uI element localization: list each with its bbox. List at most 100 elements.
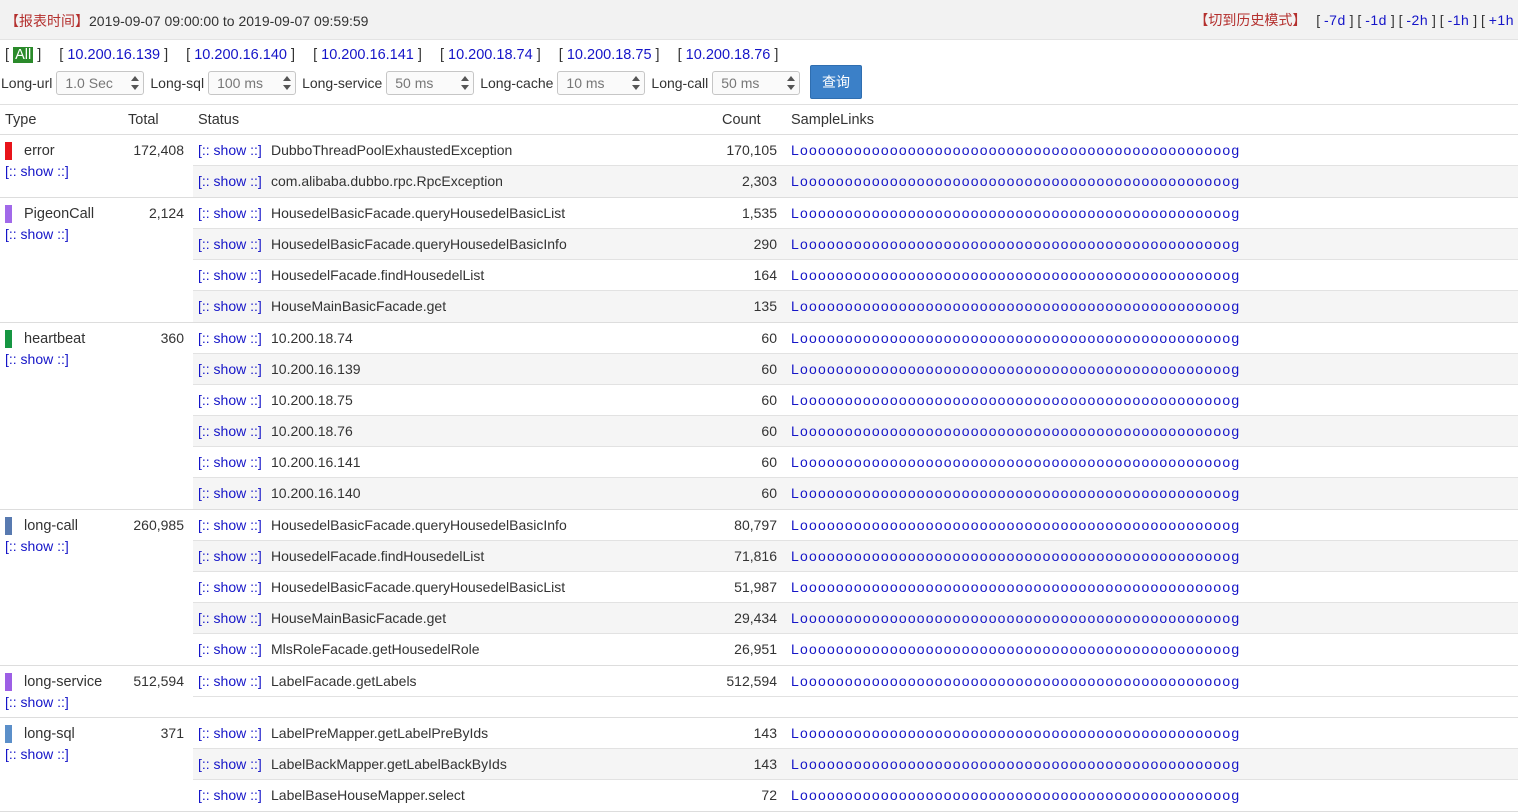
long-url-select[interactable]: 1.0 Sec xyxy=(56,71,145,95)
long-call-select[interactable]: 50 ms xyxy=(712,71,801,95)
select-arrow-icon xyxy=(787,75,796,91)
report-header: 【报表时间】2019-09-07 09:00:00 to 2019-09-07 … xyxy=(0,0,1518,40)
select-arrow-icon xyxy=(131,75,140,91)
type-group: error [:: show ::] 172,408 [:: show ::] Dubb… xyxy=(0,135,1518,198)
status-count: 143 xyxy=(753,725,777,741)
sample-links[interactable]: Looooooooooooooooooooooooooooooooooooooo… xyxy=(791,548,1240,564)
history-link-minus-7d[interactable]: -7d xyxy=(1324,12,1346,28)
sample-links[interactable]: Looooooooooooooooooooooooooooooooooooooo… xyxy=(791,673,1240,689)
ip-link[interactable]: 10.200.16.141 xyxy=(321,47,414,63)
status-show-link[interactable]: [:: show ::] xyxy=(198,423,262,439)
type-name: long-service xyxy=(24,674,103,690)
status-show-link[interactable]: [:: show ::] xyxy=(198,641,262,657)
long-cache-select[interactable]: 10 ms xyxy=(557,71,646,95)
sample-links[interactable]: Looooooooooooooooooooooooooooooooooooooo… xyxy=(791,610,1240,626)
type-total: 260,985 xyxy=(133,517,184,533)
status-count: 512,594 xyxy=(726,673,777,689)
type-total: 2,124 xyxy=(148,205,184,221)
select-arrow-icon xyxy=(461,75,470,91)
long-service-select[interactable]: 50 ms xyxy=(386,71,475,95)
problem-table: Type Total Status Count SampleLinks erro… xyxy=(0,104,1518,812)
type-show-link[interactable]: [:: show ::] xyxy=(5,694,69,710)
type-total: 371 xyxy=(160,725,184,741)
status-count: 170,105 xyxy=(726,142,777,158)
status-show-link[interactable]: [:: show ::] xyxy=(198,330,262,346)
sample-links[interactable]: Looooooooooooooooooooooooooooooooooooooo… xyxy=(791,787,1240,803)
type-cell: long-sql xyxy=(5,725,75,743)
ip-link[interactable]: 10.200.18.76 xyxy=(686,47,771,63)
type-show-link[interactable]: [:: show ::] xyxy=(5,746,69,762)
history-link-minus-1h[interactable]: -1h xyxy=(1448,12,1470,28)
type-show-link[interactable]: [:: show ::] xyxy=(5,163,69,179)
long-sql-select[interactable]: 100 ms xyxy=(208,71,297,95)
status-show-link[interactable]: [:: show ::] xyxy=(198,236,262,252)
sample-links[interactable]: Looooooooooooooooooooooooooooooooooooooo… xyxy=(791,725,1240,741)
history-link-minus-2h[interactable]: -2h xyxy=(1406,12,1428,28)
sample-links[interactable]: Looooooooooooooooooooooooooooooooooooooo… xyxy=(791,236,1240,252)
status-name: 10.200.18.75 xyxy=(271,392,353,408)
status-show-link[interactable]: [:: show ::] xyxy=(198,787,262,803)
type-group: long-call [:: show ::] 260,985 [:: show ::]… xyxy=(0,510,1518,666)
status-show-link[interactable]: [:: show ::] xyxy=(198,548,262,564)
status-show-link[interactable]: [:: show ::] xyxy=(198,392,262,408)
status-show-link[interactable]: [:: show ::] xyxy=(198,298,262,314)
status-show-link[interactable]: [:: show ::] xyxy=(198,579,262,595)
table-row: [:: show ::] LabelBackMapper.getLabelBack… xyxy=(193,749,1518,780)
status-show-link[interactable]: [:: show ::] xyxy=(198,673,262,689)
type-show-link[interactable]: [:: show ::] xyxy=(5,351,69,367)
status-count: 51,987 xyxy=(734,579,777,595)
history-link-plus-1h[interactable]: +1h xyxy=(1489,12,1514,28)
type-group: PigeonCall [:: show ::] 2,124 [:: show ::] H… xyxy=(0,198,1518,323)
status-show-link[interactable]: [:: show ::] xyxy=(198,142,262,158)
sample-links[interactable]: Looooooooooooooooooooooooooooooooooooooo… xyxy=(791,173,1240,189)
status-show-link[interactable]: [:: show ::] xyxy=(198,205,262,221)
sample-links[interactable]: Looooooooooooooooooooooooooooooooooooooo… xyxy=(791,423,1240,439)
sample-links[interactable]: Looooooooooooooooooooooooooooooooooooooo… xyxy=(791,517,1240,533)
history-link-minus-1d[interactable]: -1d xyxy=(1365,12,1387,28)
table-row: [:: show ::] 10.200.18.76 60 Looooooooooooo… xyxy=(193,416,1518,447)
status-show-link[interactable]: [:: show ::] xyxy=(198,485,262,501)
table-body: error [:: show ::] 172,408 [:: show ::] Dubb… xyxy=(0,135,1518,812)
sample-links[interactable]: Looooooooooooooooooooooooooooooooooooooo… xyxy=(791,361,1240,377)
status-show-link[interactable]: [:: show ::] xyxy=(198,361,262,377)
status-rows: [:: show ::] 10.200.18.74 60 Looooooooooooo… xyxy=(193,323,1518,509)
sample-links[interactable]: Looooooooooooooooooooooooooooooooooooooo… xyxy=(791,454,1240,470)
type-cell: PigeonCall xyxy=(5,205,94,223)
status-rows: [:: show ::] HousedelBasicFacade.queryHou… xyxy=(193,510,1518,665)
sample-links[interactable]: Looooooooooooooooooooooooooooooooooooooo… xyxy=(791,142,1240,158)
type-color-bar xyxy=(5,205,12,223)
sample-links[interactable]: Looooooooooooooooooooooooooooooooooooooo… xyxy=(791,485,1240,501)
history-mode-link[interactable]: 【切到历史模式】 xyxy=(1194,12,1306,28)
status-show-link[interactable]: [:: show ::] xyxy=(198,517,262,533)
sample-links[interactable]: Looooooooooooooooooooooooooooooooooooooo… xyxy=(791,641,1240,657)
sample-links[interactable]: Looooooooooooooooooooooooooooooooooooooo… xyxy=(791,756,1240,772)
ip-link[interactable]: 10.200.18.75 xyxy=(567,47,652,63)
type-total: 172,408 xyxy=(133,142,184,158)
status-show-link[interactable]: [:: show ::] xyxy=(198,610,262,626)
type-color-bar xyxy=(5,330,12,348)
ip-link[interactable]: 10.200.18.74 xyxy=(448,47,533,63)
type-name: PigeonCall xyxy=(24,206,95,222)
sample-links[interactable]: Looooooooooooooooooooooooooooooooooooooo… xyxy=(791,392,1240,408)
select-arrow-icon xyxy=(283,75,292,91)
type-show-link[interactable]: [:: show ::] xyxy=(5,226,69,242)
sample-links[interactable]: Looooooooooooooooooooooooooooooooooooooo… xyxy=(791,330,1240,346)
sample-links[interactable]: Looooooooooooooooooooooooooooooooooooooo… xyxy=(791,298,1240,314)
ip-link[interactable]: 10.200.16.139 xyxy=(67,47,160,63)
sample-links[interactable]: Looooooooooooooooooooooooooooooooooooooo… xyxy=(791,579,1240,595)
table-row: [:: show ::] HousedelBasicFacade.queryHou… xyxy=(193,198,1518,229)
ip-link-all[interactable]: All xyxy=(13,47,34,63)
status-show-link[interactable]: [:: show ::] xyxy=(198,756,262,772)
status-count: 60 xyxy=(761,392,777,408)
query-button[interactable]: 查询 xyxy=(810,65,862,99)
sample-links[interactable]: Looooooooooooooooooooooooooooooooooooooo… xyxy=(791,267,1240,283)
type-show-link[interactable]: [:: show ::] xyxy=(5,538,69,554)
ip-link[interactable]: 10.200.16.140 xyxy=(194,47,287,63)
status-show-link[interactable]: [:: show ::] xyxy=(198,454,262,470)
type-name: long-sql xyxy=(24,726,75,742)
status-show-link[interactable]: [:: show ::] xyxy=(198,267,262,283)
status-show-link[interactable]: [:: show ::] xyxy=(198,725,262,741)
sample-links[interactable]: Looooooooooooooooooooooooooooooooooooooo… xyxy=(791,205,1240,221)
type-name: long-call xyxy=(24,518,78,534)
status-show-link[interactable]: [:: show ::] xyxy=(198,173,262,189)
